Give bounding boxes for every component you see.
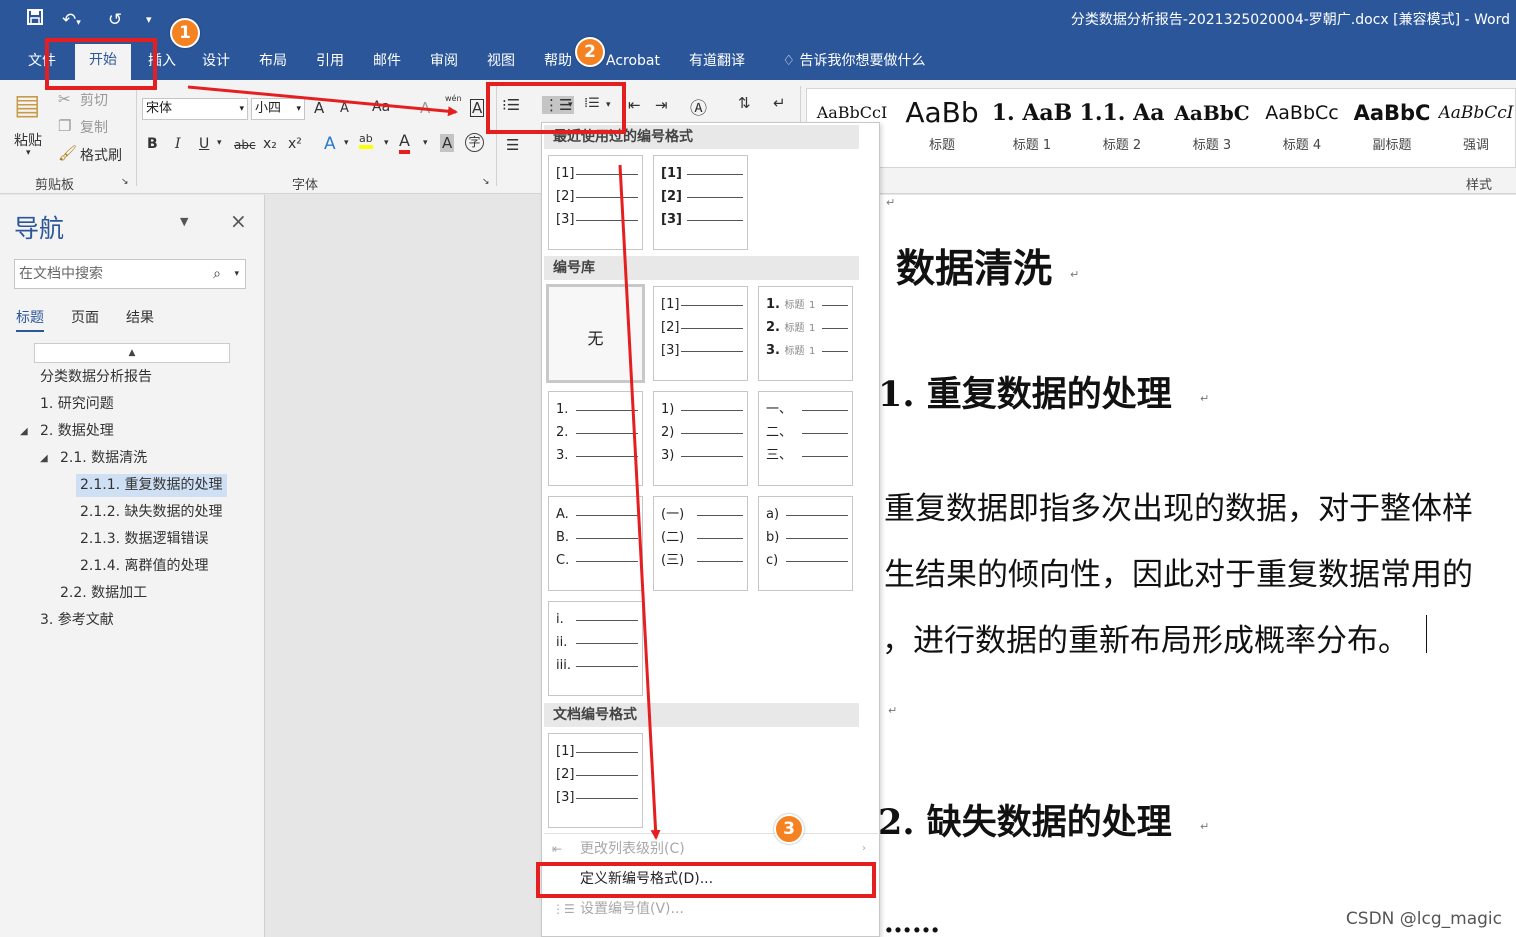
arrow-to-define-new — [618, 164, 661, 840]
arrow-to-numbering — [187, 85, 458, 117]
step-badge-2: 2 — [575, 37, 605, 67]
step-badge-1: 1 — [170, 18, 200, 48]
watermark: CSDN @lcg_magic — [1345, 909, 1502, 929]
step-badge-3: 3 — [774, 814, 804, 844]
annotation-arrows — [187, 85, 661, 840]
